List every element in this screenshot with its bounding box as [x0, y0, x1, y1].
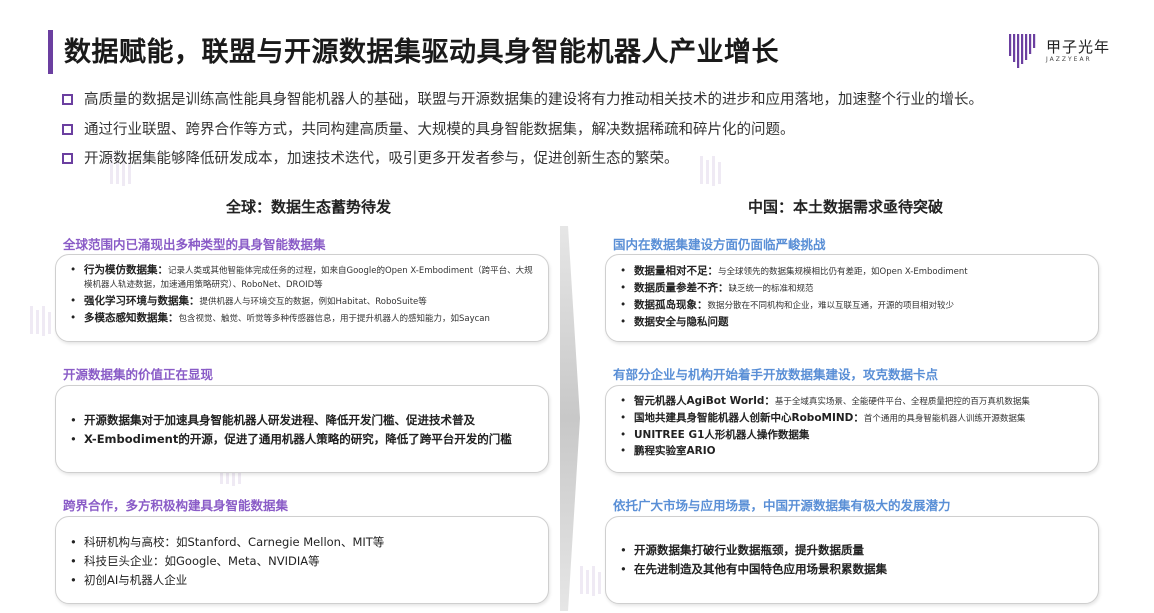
- info-box: 数据量相对不足：与全球领先的数据集规模相比仍有差距，如Open X-Embodi…: [605, 254, 1099, 342]
- intro-bullet: 高质量的数据是训练高性能具身智能机器人的基础，联盟与开源数据集的建设将有力推动相…: [62, 90, 1122, 120]
- info-box: 开源数据集打破行业数据瓶颈，提升数据质量 在先进制造及其他有中国特色应用场景积累…: [605, 516, 1099, 604]
- list-item: 智元机器人AgiBot World：基于全域真实场景、全能硬件平台、全程质量把控…: [620, 395, 1086, 409]
- logo-bars-icon: [1009, 34, 1036, 68]
- info-box: 科研机构与高校：如Stanford、Carnegie Mellon、MIT等 科…: [55, 516, 549, 604]
- section-heading: 有部分企业与机构开始着手开放数据集建设，攻克数据卡点: [613, 367, 939, 382]
- item-list: 行为模仿数据集：记录人类或其他智能体完成任务的过程，如来自Google的Open…: [70, 264, 536, 329]
- right-column-title: 中国：本土数据需求亟待突破: [748, 198, 944, 216]
- section-heading: 跨界合作，多方积极构建具身智能数据集: [63, 498, 289, 513]
- item-list: 智元机器人AgiBot World：基于全域真实场景、全能硬件平台、全程质量把控…: [620, 395, 1086, 461]
- list-item: 科研机构与高校：如Stanford、Carnegie Mellon、MIT等: [70, 535, 536, 550]
- list-item: 在先进制造及其他有中国特色应用场景积累数据集: [620, 562, 1086, 577]
- list-item: 科技巨头企业：如Google、Meta、NVIDIA等: [70, 554, 536, 569]
- list-item: X-Embodiment的开源，促进了通用机器人策略的研究，降低了跨平台开发的门…: [70, 432, 536, 447]
- square-bullet-icon: [62, 94, 73, 105]
- item-list: 开源数据集打破行业数据瓶颈，提升数据质量 在先进制造及其他有中国特色应用场景积累…: [620, 543, 1086, 581]
- list-item: 数据孤岛现象：数据分散在不同机构和企业，难以互联互通，开源的项目相对较少: [620, 299, 1086, 313]
- intro-bullets: 高质量的数据是训练高性能具身智能机器人的基础，联盟与开源数据集的建设将有力推动相…: [62, 90, 1122, 179]
- list-item: 国地共建具身智能机器人创新中心RoboMIND：首个通用的具身智能机器人训练开源…: [620, 412, 1086, 426]
- left-column-title: 全球：数据生态蓄势待发: [226, 198, 392, 216]
- list-item: 开源数据集打破行业数据瓶颈，提升数据质量: [620, 543, 1086, 558]
- square-bullet-icon: [62, 153, 73, 164]
- list-item: 初创AI与机器人企业: [70, 573, 536, 588]
- logo-subtext: JAZZYEAR: [1046, 56, 1092, 63]
- center-divider: [560, 226, 580, 611]
- list-item: 鹏程实验室ARIO: [620, 445, 1086, 458]
- intro-bullet: 通过行业联盟、跨界合作等方式，共同构建高质量、大规模的具身智能数据集，解决数据稀…: [62, 120, 1122, 150]
- title-accent-bar: [48, 30, 53, 74]
- list-item: 行为模仿数据集：记录人类或其他智能体完成任务的过程，如来自Google的Open…: [70, 264, 536, 292]
- item-list: 开源数据集对于加速具身智能机器人研发进程、降低开发门槛、促进技术普及 X-Emb…: [70, 413, 536, 451]
- info-box: 智元机器人AgiBot World：基于全域真实场景、全能硬件平台、全程质量把控…: [605, 385, 1099, 473]
- page-title: 数据赋能，联盟与开源数据集驱动具身智能机器人产业增长: [64, 37, 779, 68]
- list-item: 强化学习环境与数据集：提供机器人与环境交互的数据，例如Habitat、RoboS…: [70, 295, 536, 309]
- list-item: 开源数据集对于加速具身智能机器人研发进程、降低开发门槛、促进技术普及: [70, 413, 536, 428]
- item-list: 数据量相对不足：与全球领先的数据集规模相比仍有差距，如Open X-Embodi…: [620, 265, 1086, 332]
- square-bullet-icon: [62, 123, 73, 135]
- section-heading: 开源数据集的价值正在显现: [63, 367, 214, 382]
- section-heading: 依托广大市场与应用场景，中国开源数据集有极大的发展潜力: [613, 498, 951, 513]
- logo-text: 甲子光年: [1046, 38, 1111, 56]
- section-heading: 全球范围内已涌现出多种类型的具身智能数据集: [63, 237, 326, 252]
- list-item: 数据质量参差不齐：缺乏统一的标准和规范: [620, 282, 1086, 296]
- brand-logo: 甲子光年 JAZZYEAR: [1008, 30, 1128, 70]
- list-item: 数据安全与隐私问题: [620, 316, 1086, 329]
- list-item: UNITREE G1人形机器人操作数据集: [620, 429, 1086, 442]
- list-item: 数据量相对不足：与全球领先的数据集规模相比仍有差距，如Open X-Embodi…: [620, 265, 1086, 279]
- intro-bullet: 开源数据集能够降低研发成本，加速技术迭代，吸引更多开发者参与，促进创新生态的繁荣…: [62, 149, 1122, 179]
- info-box: 行为模仿数据集：记录人类或其他智能体完成任务的过程，如来自Google的Open…: [55, 254, 549, 342]
- list-item: 多模态感知数据集：包含视觉、触觉、听觉等多种传感器信息，用于提升机器人的感知能力…: [70, 312, 536, 326]
- item-list: 科研机构与高校：如Stanford、Carnegie Mellon、MIT等 科…: [70, 535, 536, 592]
- info-box: 开源数据集对于加速具身智能机器人研发进程、降低开发门槛、促进技术普及 X-Emb…: [55, 385, 549, 473]
- section-heading: 国内在数据集建设方面仍面临严峻挑战: [613, 237, 826, 252]
